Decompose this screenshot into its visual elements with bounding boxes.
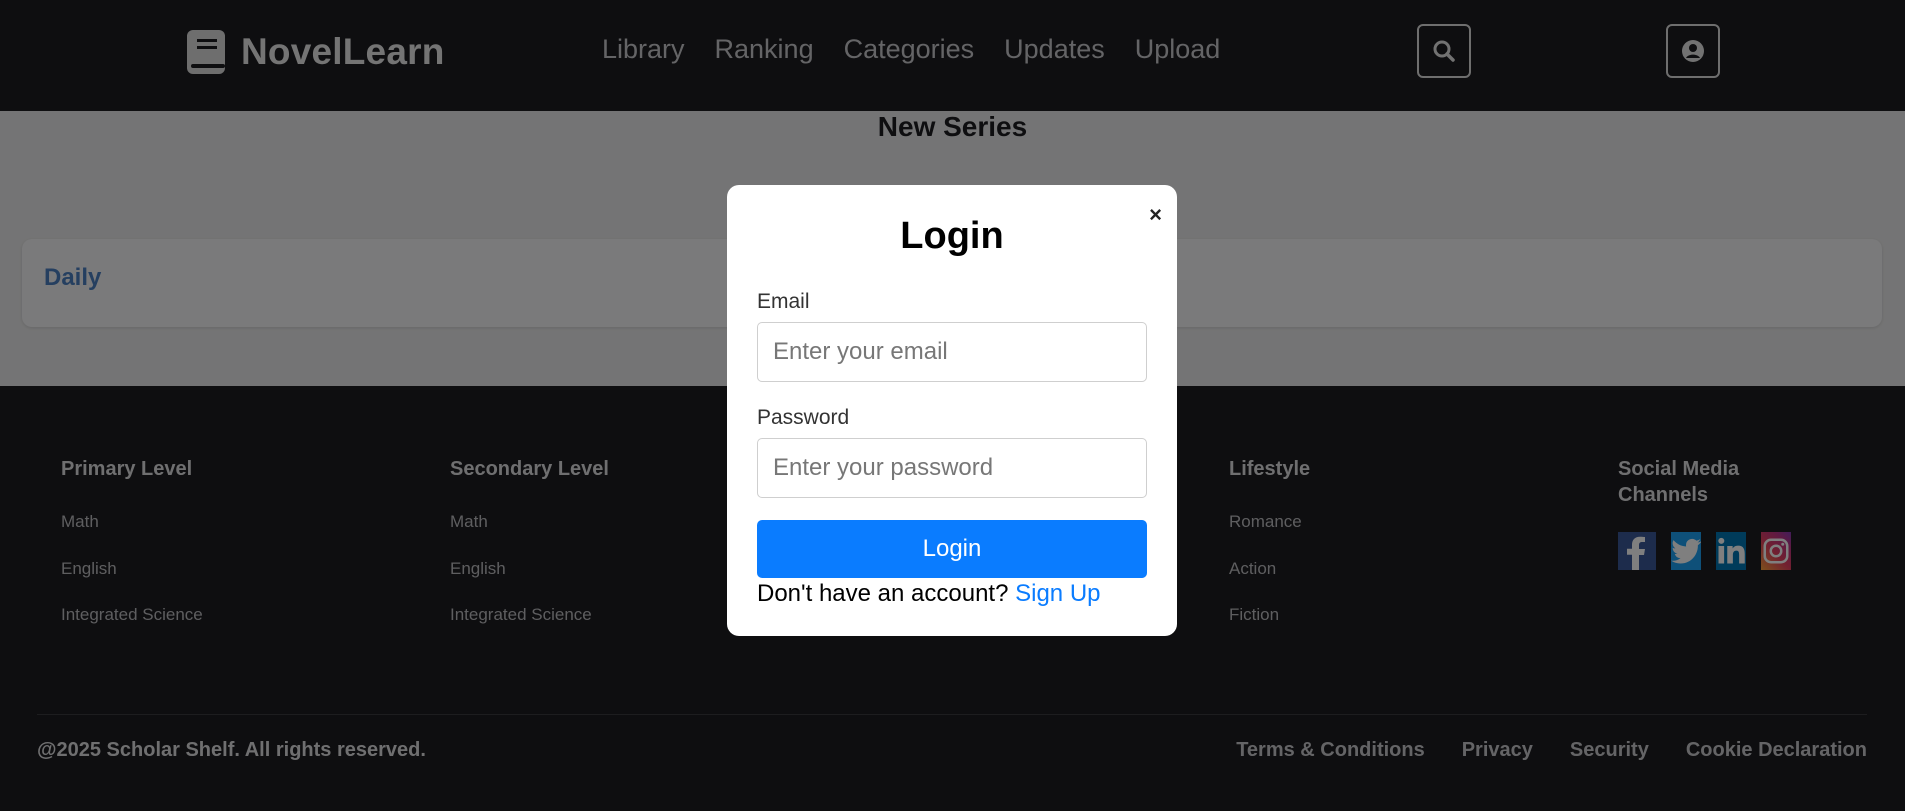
password-label: Password [757,406,850,429]
signup-prompt-row: Don't have an account? Sign Up [757,580,1101,608]
close-icon[interactable]: × [1149,202,1162,228]
login-modal: Login × Email Password Login Don't have … [727,185,1177,636]
email-field[interactable] [757,322,1147,382]
signup-link[interactable]: Sign Up [1015,580,1100,607]
signup-prompt: Don't have an account? [757,580,1009,607]
email-label: Email [757,290,810,313]
login-submit-button[interactable]: Login [757,520,1147,578]
modal-title: Login [900,215,1004,257]
password-field[interactable] [757,438,1147,498]
